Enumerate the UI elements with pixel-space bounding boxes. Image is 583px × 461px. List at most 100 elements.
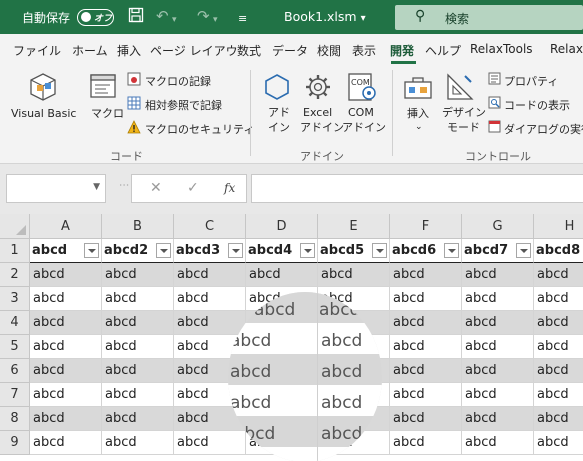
table-cell[interactable]: abcd [246, 263, 318, 287]
table-cell[interactable]: abcd [462, 407, 534, 431]
table-cell[interactable]: abcd [390, 431, 462, 455]
autosave-toggle[interactable]: オフ [77, 9, 114, 26]
tab-relaxtools[interactable]: RelaxTools [470, 42, 533, 56]
column-header-e[interactable]: E [318, 214, 390, 239]
column-header-b[interactable]: B [102, 214, 174, 239]
column-header-c[interactable]: C [174, 214, 246, 239]
table-cell[interactable]: abcd [390, 335, 462, 359]
formula-input[interactable] [251, 174, 583, 203]
column-header-f[interactable]: F [390, 214, 462, 239]
tab-formulas[interactable]: 数式 [237, 42, 261, 59]
table-cell[interactable]: abcd [462, 359, 534, 383]
column-header-h[interactable]: H [534, 214, 583, 239]
tab-page-layout[interactable]: ページ レイアウ [150, 42, 240, 59]
table-cell[interactable]: abcd [390, 287, 462, 311]
table-cell[interactable]: abcd [534, 383, 583, 407]
name-box[interactable]: ▼ [6, 174, 106, 203]
column-header-a[interactable]: A [30, 214, 102, 239]
table-cell[interactable]: abcd [534, 263, 583, 287]
table-cell[interactable]: abcd [462, 263, 534, 287]
filter-dropdown-icon[interactable] [516, 243, 531, 258]
redo-icon[interactable]: ↷ [197, 7, 210, 25]
tab-data[interactable]: データ [272, 42, 308, 59]
select-all-button[interactable] [0, 214, 30, 239]
table-cell[interactable]: abcd [30, 335, 102, 359]
table-cell[interactable]: abcd [30, 407, 102, 431]
table-cell[interactable]: abcd [102, 431, 174, 455]
filter-dropdown-icon[interactable] [444, 243, 459, 258]
redo-dropdown-icon[interactable]: ▾ [213, 11, 218, 29]
row-header-9[interactable]: 9 [0, 431, 30, 455]
formula-bar-resize-handle[interactable]: ⋮ [118, 180, 129, 189]
column-header-d[interactable]: D [246, 214, 318, 239]
table-header-cell[interactable]: abcd7 [462, 239, 534, 263]
row-header-7[interactable]: 7 [0, 383, 30, 407]
row-header-2[interactable]: 2 [0, 263, 30, 287]
table-header-cell[interactable]: abcd2 [102, 239, 174, 263]
table-cell[interactable]: abcd [534, 431, 583, 455]
table-cell[interactable]: abcd [102, 311, 174, 335]
table-header-cell[interactable]: abcd [30, 239, 102, 263]
tab-developer[interactable]: 開発 [390, 42, 414, 59]
tab-view[interactable]: 表示 [352, 42, 376, 59]
table-cell[interactable]: abcd [534, 311, 583, 335]
customize-qat-icon[interactable]: ≡ [238, 10, 247, 28]
insert-function-button[interactable]: fx [224, 181, 235, 195]
table-cell[interactable]: abcd [534, 287, 583, 311]
table-cell[interactable]: abcd [102, 287, 174, 311]
row-header-6[interactable]: 6 [0, 359, 30, 383]
table-header-cell[interactable]: abcd4 [246, 239, 318, 263]
filter-dropdown-icon[interactable] [228, 243, 243, 258]
table-cell[interactable]: abcd [390, 311, 462, 335]
tab-help[interactable]: ヘルプ [425, 42, 461, 59]
enter-icon[interactable]: ✓ [187, 180, 199, 196]
table-cell[interactable]: abcd [30, 263, 102, 287]
table-cell[interactable]: abcd [534, 359, 583, 383]
table-cell[interactable]: abcd [462, 431, 534, 455]
table-cell[interactable]: abcd [174, 263, 246, 287]
tab-insert[interactable]: 挿入 [117, 42, 141, 59]
table-cell[interactable]: abcd [462, 311, 534, 335]
undo-dropdown-icon[interactable]: ▾ [172, 11, 177, 29]
save-icon[interactable] [128, 7, 144, 27]
tab-relax[interactable]: Relax [550, 42, 583, 56]
table-cell[interactable]: abcd [390, 407, 462, 431]
table-cell[interactable]: abcd [102, 407, 174, 431]
row-header-5[interactable]: 5 [0, 335, 30, 359]
name-box-dropdown-icon[interactable]: ▼ [93, 182, 100, 192]
table-cell[interactable]: abcd [102, 263, 174, 287]
table-cell[interactable]: abcd [534, 335, 583, 359]
filter-dropdown-icon[interactable] [372, 243, 387, 258]
row-header-4[interactable]: 4 [0, 311, 30, 335]
tab-review[interactable]: 校閲 [317, 42, 341, 59]
table-cell[interactable]: abcd [102, 335, 174, 359]
table-cell[interactable]: abcd [390, 263, 462, 287]
table-cell[interactable]: abcd [318, 263, 390, 287]
workbook-filename[interactable]: Book1.xlsm ▾ [284, 9, 366, 24]
row-header-8[interactable]: 8 [0, 407, 30, 431]
table-cell[interactable]: abcd [462, 335, 534, 359]
table-cell[interactable]: abcd [462, 287, 534, 311]
table-cell[interactable]: abcd [30, 287, 102, 311]
table-cell[interactable]: abcd [534, 407, 583, 431]
table-cell[interactable]: abcd [390, 383, 462, 407]
table-header-cell[interactable]: abcd3 [174, 239, 246, 263]
table-header-cell[interactable]: abcd6 [390, 239, 462, 263]
row-header-1[interactable]: 1 [0, 239, 30, 263]
search-box[interactable]: ⚲ 検索 [395, 5, 583, 30]
tab-file[interactable]: ファイル [13, 42, 61, 59]
table-cell[interactable]: abcd [102, 359, 174, 383]
table-cell[interactable]: abcd [390, 359, 462, 383]
filter-dropdown-icon[interactable] [84, 243, 99, 258]
table-cell[interactable]: abcd [462, 383, 534, 407]
table-cell[interactable]: abcd [30, 311, 102, 335]
filter-dropdown-icon[interactable] [300, 243, 315, 258]
cancel-icon[interactable]: ✕ [150, 180, 162, 196]
table-cell[interactable]: abcd [102, 383, 174, 407]
table-header-cell[interactable]: abcd8 [534, 239, 583, 263]
table-cell[interactable]: abcd [30, 359, 102, 383]
column-header-g[interactable]: G [462, 214, 534, 239]
table-header-cell[interactable]: abcd5 [318, 239, 390, 263]
table-cell[interactable]: abcd [30, 383, 102, 407]
table-cell[interactable]: abcd [30, 431, 102, 455]
